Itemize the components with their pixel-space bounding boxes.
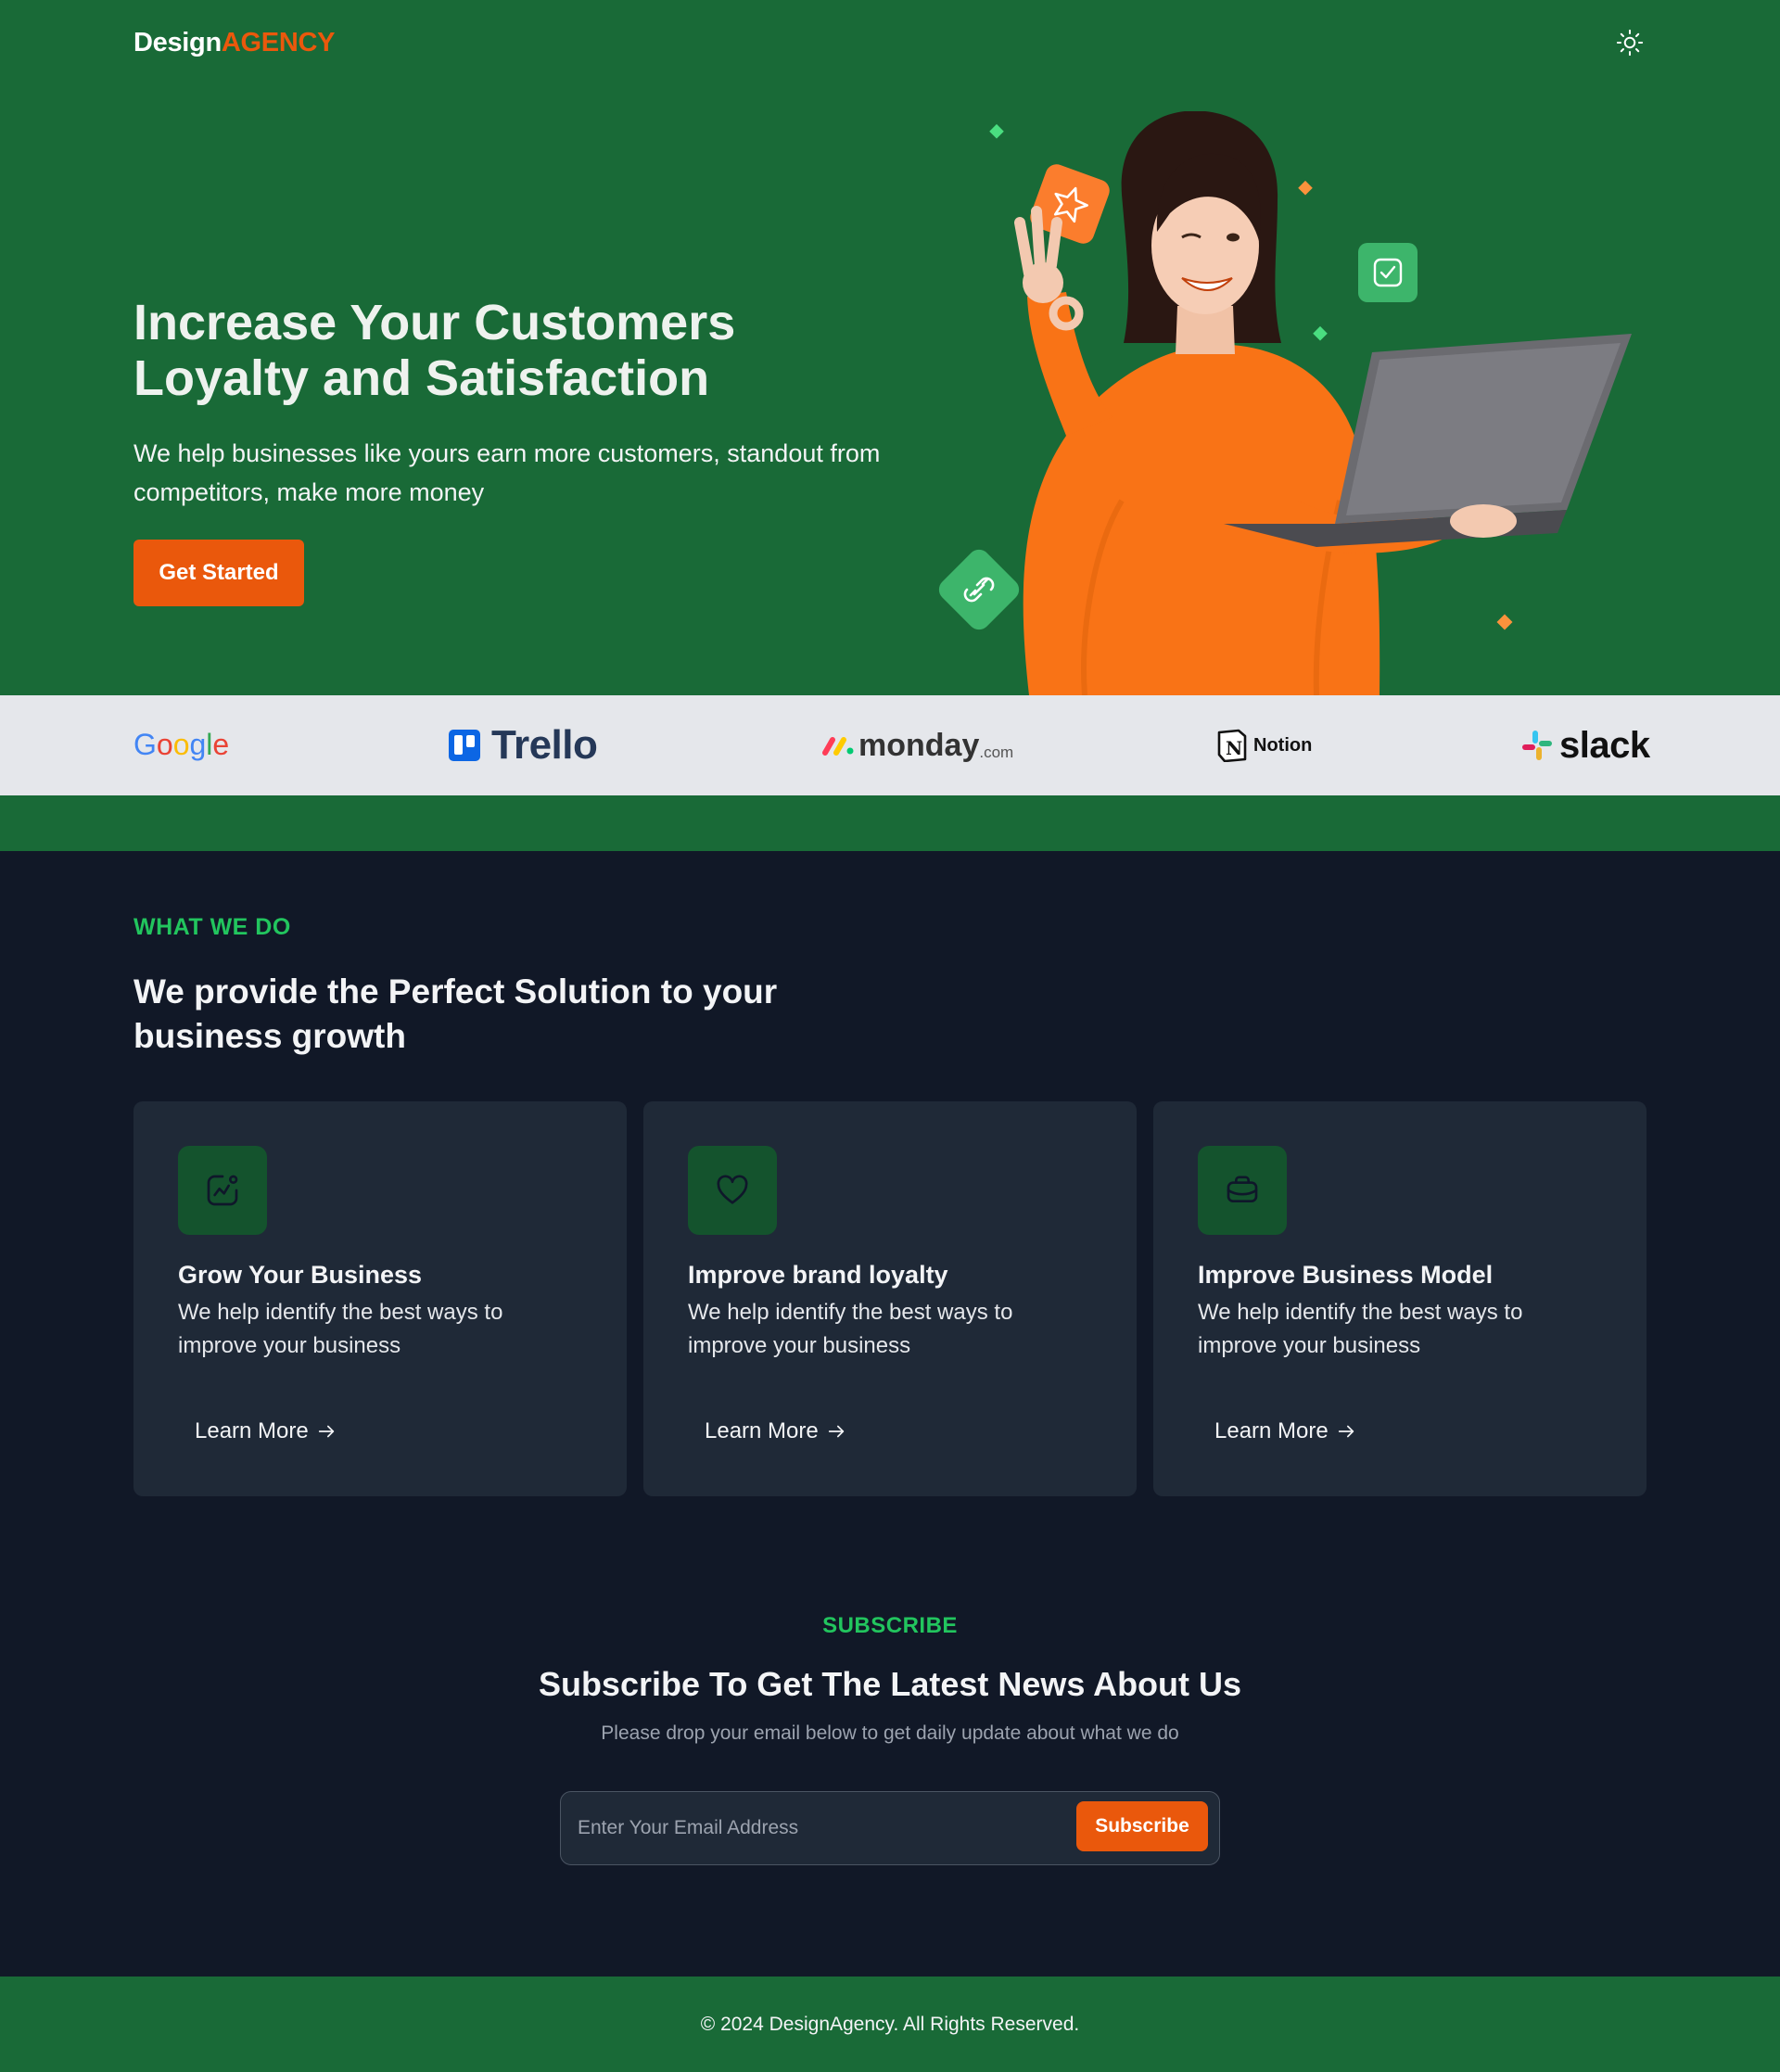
section-divider — [0, 795, 1780, 851]
trello-icon — [449, 730, 480, 761]
card-description: We help identify the best ways to improv… — [178, 1300, 503, 1358]
logo[interactable]: DesignAGENCY — [134, 28, 335, 58]
services-kicker: WHAT WE DO — [134, 914, 291, 940]
learn-more-link[interactable]: Learn More — [195, 1418, 337, 1444]
notion-wordmark: Notion — [1253, 734, 1313, 756]
learn-more-label: Learn More — [195, 1418, 309, 1443]
hero-title-line1: Increase Your Customers — [134, 295, 736, 350]
growth-chart-icon — [207, 1175, 238, 1206]
card-description: We help identify the best ways to improv… — [688, 1300, 1013, 1358]
slack-logo: slack — [1520, 695, 1650, 795]
monday-icon — [822, 737, 854, 756]
hero-title-line2: Loyalty and Satisfaction — [134, 350, 710, 406]
trello-logo: Trello — [449, 695, 598, 795]
card-title: Improve Business Model — [1198, 1261, 1494, 1289]
card-description: We help identify the best ways to improv… — [1198, 1300, 1523, 1358]
email-input[interactable] — [578, 1805, 1069, 1851]
deco-diamond — [1313, 325, 1328, 341]
service-card-loyalty: Improve brand loyalty We help identify t… — [643, 1101, 1137, 1496]
deco-diamond — [1298, 180, 1313, 196]
learn-more-link[interactable]: Learn More — [705, 1418, 846, 1444]
learn-more-label: Learn More — [705, 1418, 819, 1443]
hero-section: DesignAGENCY Increase Your Customers Loy… — [0, 0, 1780, 695]
card-icon-wrap — [178, 1146, 267, 1235]
subscribe-kicker: SUBSCRIBE — [822, 1613, 958, 1638]
link-badge-icon — [938, 549, 1020, 630]
slack-wordmark: slack — [1559, 724, 1650, 766]
get-started-button[interactable]: Get Started — [134, 540, 304, 606]
card-icon-wrap — [1198, 1146, 1287, 1235]
subscribe-description: Please drop your email below to get dail… — [601, 1722, 1179, 1744]
arrow-right-icon — [318, 1425, 334, 1438]
learn-more-label: Learn More — [1214, 1418, 1329, 1443]
heart-icon — [717, 1175, 748, 1204]
hero-illustration — [938, 111, 1632, 695]
service-card-model: Improve Business Model We help identify … — [1153, 1101, 1646, 1496]
notion-icon: N — [1217, 729, 1247, 762]
arrow-right-icon — [1338, 1425, 1354, 1438]
briefcase-icon — [1227, 1176, 1258, 1202]
google-wordmark: Google — [134, 728, 229, 761]
person-figure — [1014, 111, 1632, 695]
subscribe-title: Subscribe To Get The Latest News About U… — [538, 1665, 1242, 1703]
monday-suffix: .com — [979, 744, 1014, 761]
logo-agency: AGENCY — [221, 28, 336, 57]
subscribe-form: Subscribe — [560, 1791, 1220, 1865]
hero-title: Increase Your Customers Loyalty and Sati… — [134, 295, 838, 406]
theme-toggle-button[interactable] — [1613, 26, 1646, 59]
arrow-right-icon — [828, 1425, 844, 1438]
deco-diamond — [1496, 614, 1513, 630]
copyright-text: © 2024 DesignAgency. All Rights Reserved… — [700, 2013, 1080, 2035]
notion-logo: N Notion — [1216, 695, 1312, 795]
brand-logos-strip: Google Trello monday .com N Notion slack — [0, 695, 1780, 795]
learn-more-link[interactable]: Learn More — [1214, 1418, 1356, 1444]
card-title: Grow Your Business — [178, 1261, 423, 1289]
svg-text:N: N — [1226, 737, 1242, 759]
slack-icon — [1522, 731, 1552, 760]
services-title: We provide the Perfect Solution to your … — [134, 972, 778, 1055]
hero-subtitle: We help businesses like yours earn more … — [134, 439, 881, 506]
footer: © 2024 DesignAgency. All Rights Reserved… — [0, 1977, 1780, 2072]
logo-design: Design — [134, 28, 222, 57]
trello-wordmark: Trello — [491, 722, 598, 768]
google-logo: Google — [134, 695, 235, 795]
card-title: Improve brand loyalty — [688, 1261, 948, 1289]
check-badge-icon — [1358, 243, 1418, 302]
subscribe-button[interactable]: Subscribe — [1076, 1801, 1208, 1851]
monday-wordmark: monday — [858, 727, 980, 763]
card-icon-wrap — [688, 1146, 777, 1235]
deco-diamond — [989, 123, 1004, 139]
service-card-grow: Grow Your Business We help identify the … — [134, 1101, 627, 1496]
sun-icon — [1616, 29, 1644, 57]
monday-logo: monday .com — [821, 695, 1013, 795]
